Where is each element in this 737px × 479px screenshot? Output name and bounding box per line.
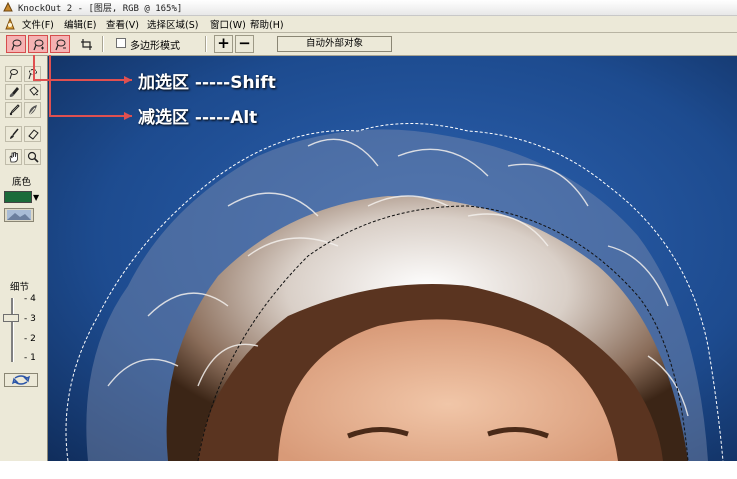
menu-help[interactable]: 帮助(H)	[250, 17, 284, 31]
minus-button[interactable]: −	[235, 35, 254, 53]
image-canvas[interactable]: 加选区 -----Shift 减选区 -----Alt	[48, 56, 737, 461]
swap-arrows-icon	[11, 375, 31, 385]
fill-color-swatch[interactable]	[4, 191, 32, 203]
detail-tick-4: - 4	[24, 294, 36, 304]
detail-tick-2: - 2	[24, 334, 36, 344]
plus-button[interactable]: +	[214, 35, 233, 53]
detail-tick-1: - 1	[24, 353, 36, 363]
detail-slider-track[interactable]	[11, 298, 14, 362]
detail-tick-3: - 3	[24, 314, 36, 324]
chevron-down-icon[interactable]: ▼	[33, 193, 39, 202]
fill-label: 底色	[12, 177, 32, 188]
landscape-icon	[7, 210, 31, 220]
subtract-selection-annotation: 减选区 -----Alt	[138, 108, 258, 128]
detail-label: 细节	[10, 282, 30, 293]
hand-icon	[9, 152, 18, 163]
menu-window[interactable]: 窗口(W)	[210, 17, 246, 31]
detail-slider-thumb[interactable]	[3, 314, 19, 322]
auto-outside-object-button[interactable]: 自动外部对象	[277, 36, 392, 52]
reset-detail-button[interactable]	[4, 373, 38, 387]
annotation-connectors	[33, 55, 51, 116]
toolbar-separator	[205, 36, 207, 52]
status-area	[0, 461, 737, 479]
zoom-tool[interactable]	[24, 149, 41, 165]
menu-select-region[interactable]: 选择区域(S)	[147, 17, 198, 31]
add-selection-annotation: 加选区 -----Shift	[138, 73, 276, 93]
preview-background-button[interactable]	[4, 208, 34, 222]
magnifier-icon	[27, 151, 39, 163]
hand-tool[interactable]	[5, 149, 22, 165]
